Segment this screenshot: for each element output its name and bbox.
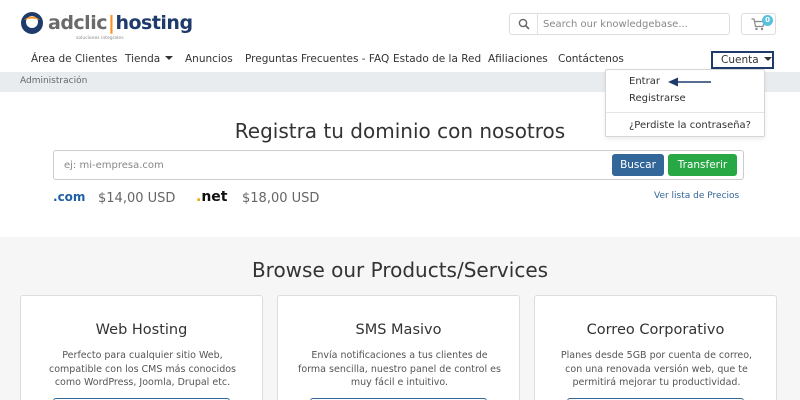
nav-item-tienda-label: Tienda [125,53,161,65]
product-card-description: Envía notificaciones a tus clientes de f… [298,350,501,388]
site-logo[interactable]: adclic|hosting soluciones integrales [20,10,193,41]
logo-globe-icon [21,12,43,34]
domain-search-form: Buscar Transferir [53,150,744,180]
product-card-correo-corporativo: Correo Corporativo Planes desde 5GB por … [534,295,777,400]
product-card-title: SMS Masivo [355,322,442,338]
search-divider [537,14,538,34]
knowledgebase-search[interactable] [509,13,730,35]
nav-item-afiliaciones[interactable]: Afiliaciones [488,53,548,65]
brand-name: adclic|hosting [48,12,193,34]
nav-item-contactenos[interactable]: Contáctenos [558,53,624,65]
products-section-title: Browse our Products/Services [251,258,549,282]
nav-item-anuncios[interactable]: Anuncios [185,53,233,65]
domain-input[interactable] [64,156,564,174]
tld-net-price: $18,00 USD [242,191,320,206]
product-card-description: Planes desde 5GB por cuenta de correo, c… [560,350,753,388]
search-input[interactable] [543,15,725,33]
main-nav: Área de Clientes Tienda Anuncios Pregunt… [0,51,800,71]
search-domain-button[interactable]: Buscar [612,154,664,176]
account-menu-button[interactable]: Cuenta [711,51,774,69]
price-list-link[interactable]: Ver lista de Precios [654,191,739,201]
nav-item-estado-red[interactable]: Estado de la Red [393,53,481,65]
search-icon [518,18,530,30]
tld-com-price: $14,00 USD [98,191,176,206]
menu-item-entrar[interactable]: Entrar [629,76,660,87]
chevron-down-icon [763,57,772,61]
nav-item-tienda[interactable]: Tienda [125,53,174,65]
tld-com-logo: .com [53,190,86,204]
cart-button[interactable]: 0 [741,13,776,35]
brand-tagline: soluciones integrales [76,36,124,41]
menu-divider [606,112,764,113]
tld-net-logo: .net [196,189,228,205]
chevron-down-icon [165,56,174,60]
product-card-description: Perfecto para cualquier sitio Web, compa… [49,350,236,388]
menu-item-lost-password[interactable]: ¿Perdiste la contraseña? [629,120,751,131]
account-menu-label: Cuenta [721,54,759,66]
product-card-title: Web Hosting [95,322,188,338]
product-card-web-hosting: Web Hosting Perfecto para cualquier siti… [20,295,263,400]
transfer-domain-button[interactable]: Transferir [668,154,737,176]
cart-count-badge: 0 [762,15,773,26]
product-card-title: Correo Corporativo [586,322,725,338]
nav-item-area-clientes[interactable]: Área de Clientes [31,53,117,65]
nav-item-faq[interactable]: Preguntas Frecuentes - FAQ [245,53,389,65]
menu-item-registrarse[interactable]: Registrarse [629,93,686,104]
breadcrumb: Administración [20,76,88,86]
pointer-arrow-icon [668,77,711,87]
product-card-sms-masivo: SMS Masivo Envía notificaciones a tus cl… [277,295,520,400]
